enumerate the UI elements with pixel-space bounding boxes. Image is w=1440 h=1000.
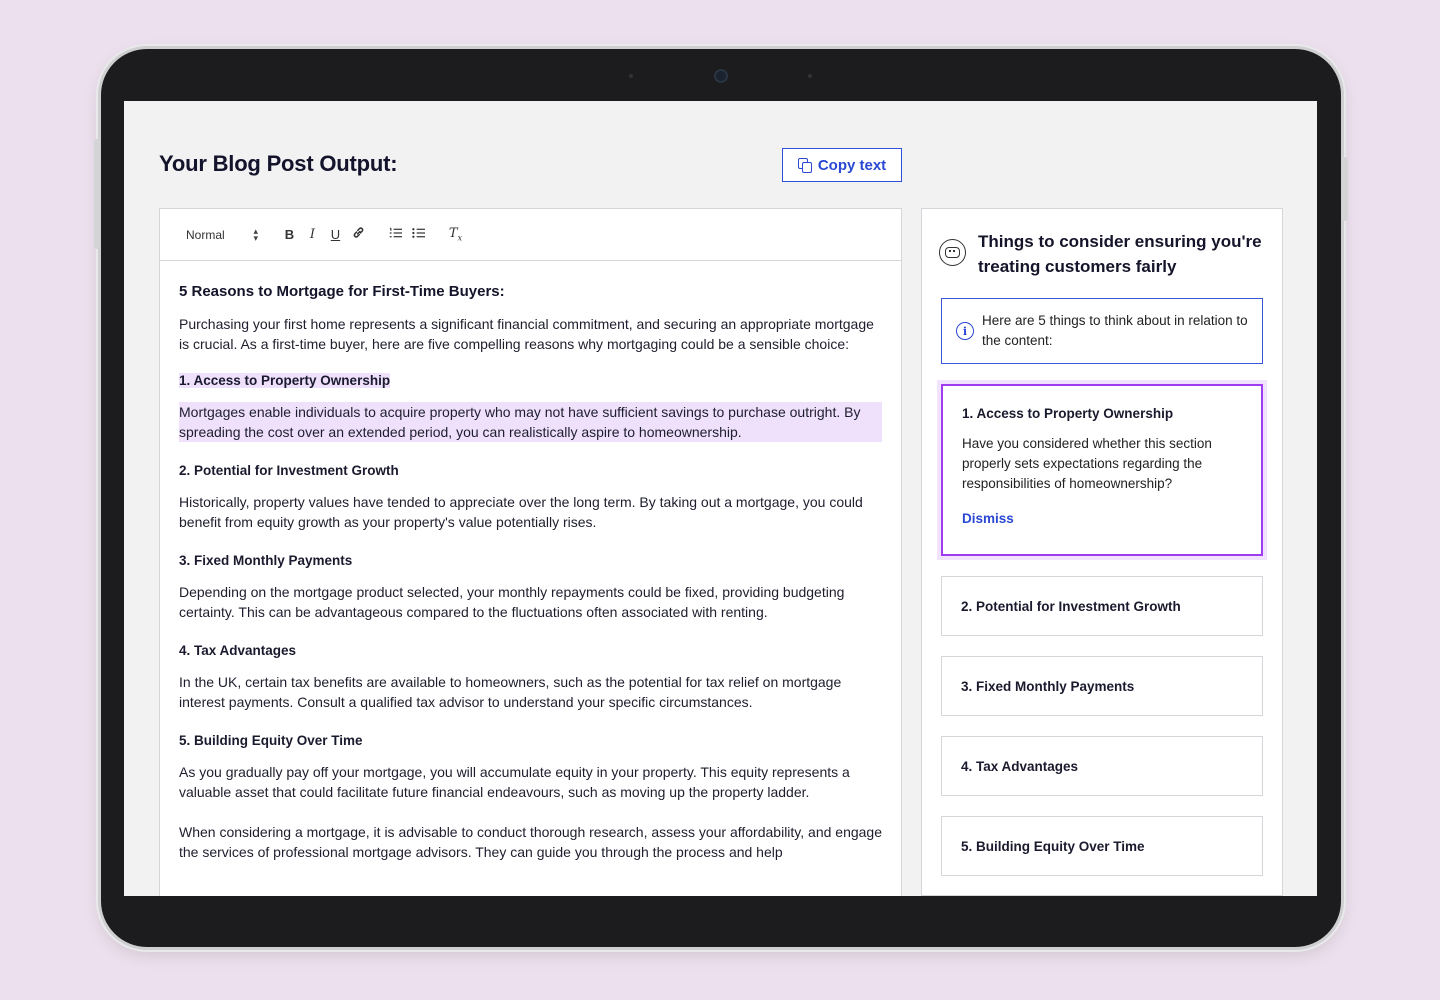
info-text: Here are 5 things to think about in rela… bbox=[982, 313, 1248, 348]
tablet-side-button bbox=[1342, 157, 1348, 221]
document-title: 5 Reasons to Mortgage for First-Time Buy… bbox=[179, 283, 505, 300]
tablet-sensor bbox=[629, 74, 633, 78]
italic-button[interactable]: I bbox=[301, 227, 324, 242]
section-body: As you gradually pay off your mortgage, … bbox=[179, 764, 850, 800]
copy-text-button[interactable]: Copy text bbox=[782, 148, 902, 182]
format-select[interactable]: Normal ▴ ▾ bbox=[186, 225, 258, 243]
tablet-side-button bbox=[94, 139, 100, 249]
select-arrows-icon: ▴ ▾ bbox=[253, 225, 258, 243]
page-title: Your Blog Post Output: bbox=[159, 151, 398, 176]
suggestion-card-active[interactable]: 1. Access to Property Ownership Have you… bbox=[941, 384, 1263, 556]
bold-button[interactable]: B bbox=[278, 227, 301, 242]
fairness-panel: Things to consider ensuring you're treat… bbox=[921, 208, 1283, 896]
document-section: 5. Building Equity Over Time As you grad… bbox=[179, 732, 882, 802]
camera-icon bbox=[714, 69, 728, 83]
section-heading: 3. Fixed Monthly Payments bbox=[179, 553, 353, 568]
section-body: In the UK, certain tax benefits are avai… bbox=[179, 674, 842, 710]
bullet-list-icon[interactable] bbox=[407, 227, 430, 243]
section-heading-highlighted: 1. Access to Property Ownership bbox=[179, 373, 391, 388]
dismiss-button[interactable]: Dismiss bbox=[962, 511, 1014, 526]
rich-text-editor[interactable]: Normal ▴ ▾ B I U Tx 5 Reasons to Mortgag… bbox=[159, 208, 902, 896]
clear-format-icon[interactable]: Tx bbox=[444, 226, 467, 243]
underline-button[interactable]: U bbox=[324, 227, 347, 242]
suggestion-card-title: 1. Access to Property Ownership bbox=[962, 406, 1174, 421]
suggestion-card[interactable]: 3. Fixed Monthly Payments bbox=[941, 656, 1263, 716]
editor-toolbar: Normal ▴ ▾ B I U Tx bbox=[160, 209, 901, 261]
document-section: 3. Fixed Monthly Payments Depending on t… bbox=[179, 552, 882, 622]
suggestion-card-body: Have you considered whether this section… bbox=[962, 436, 1212, 491]
document-section: 1. Access to Property Ownership Mortgage… bbox=[179, 372, 882, 442]
section-heading: 2. Potential for Investment Growth bbox=[179, 463, 399, 478]
section-body-highlighted: Mortgages enable individuals to acquire … bbox=[179, 402, 882, 442]
section-body: Historically, property values have tende… bbox=[179, 494, 863, 530]
suggestion-card[interactable]: 5. Building Equity Over Time bbox=[941, 816, 1263, 876]
robot-icon bbox=[939, 239, 966, 266]
copy-text-label: Copy text bbox=[817, 156, 887, 174]
section-heading: 5. Building Equity Over Time bbox=[179, 733, 363, 748]
document-intro: Purchasing your first home represents a … bbox=[179, 316, 874, 352]
copy-icon bbox=[797, 158, 812, 173]
section-body: Depending on the mortgage product select… bbox=[179, 584, 845, 620]
panel-title: Things to consider ensuring you're treat… bbox=[978, 232, 1262, 276]
editor-content[interactable]: 5 Reasons to Mortgage for First-Time Buy… bbox=[160, 261, 901, 862]
section-heading: 4. Tax Advantages bbox=[179, 643, 297, 658]
panel-header: Things to consider ensuring you're treat… bbox=[922, 209, 1282, 279]
link-icon[interactable] bbox=[347, 226, 370, 243]
suggestion-card[interactable]: 2. Potential for Investment Growth bbox=[941, 576, 1263, 636]
document-closing: When considering a mortgage, it is advis… bbox=[179, 824, 883, 860]
format-select-value: Normal bbox=[186, 227, 225, 242]
document-section: 4. Tax Advantages In the UK, certain tax… bbox=[179, 642, 882, 712]
info-callout: i Here are 5 things to think about in re… bbox=[941, 298, 1263, 364]
suggestion-card[interactable]: 4. Tax Advantages bbox=[941, 736, 1263, 796]
info-icon: i bbox=[956, 322, 974, 340]
tablet-frame: Your Blog Post Output: Copy text Normal … bbox=[94, 49, 1348, 947]
tablet-sensor bbox=[808, 74, 812, 78]
app-screen: Your Blog Post Output: Copy text Normal … bbox=[124, 101, 1317, 896]
ordered-list-icon[interactable] bbox=[384, 227, 407, 243]
document-section: 2. Potential for Investment Growth Histo… bbox=[179, 462, 882, 532]
